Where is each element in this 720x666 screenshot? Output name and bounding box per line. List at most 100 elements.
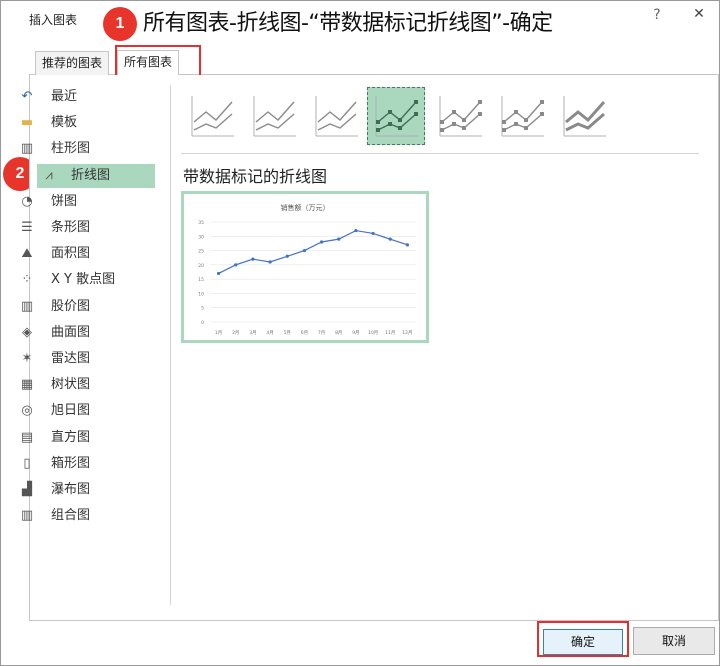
data-point <box>371 231 375 236</box>
folder-icon: ▬ <box>20 115 34 131</box>
x-tick-label: 5月 <box>284 330 291 336</box>
sidebar-item-label: 组合图 <box>51 508 91 524</box>
column-chart-icon: ▥ <box>20 141 34 157</box>
sunburst-icon: ◎ <box>21 403 33 419</box>
100-stacked-line-with-markers-icon <box>501 96 544 137</box>
sidebar-item-label: 最近 <box>51 89 78 104</box>
data-point <box>405 243 410 247</box>
x-tick-label: 6月 <box>301 330 308 336</box>
combo-chart-icon: ▥ <box>20 508 34 524</box>
highlight-box-ok <box>537 621 629 657</box>
sidebar-item-4[interactable]: ⩘ 折线图 <box>37 163 155 188</box>
sidebar-item-label: 股价图 <box>51 298 91 314</box>
step-badge-1: 1 <box>103 7 137 41</box>
sidebar-item-6[interactable]: ☰ 条形图 <box>15 216 155 240</box>
data-point <box>234 263 238 267</box>
x-tick-label: 1月 <box>215 330 222 336</box>
line-with-markers-icon <box>375 96 418 137</box>
data-point <box>302 248 307 253</box>
sidebar-item-9[interactable]: ▥ 股价图 <box>15 295 155 319</box>
sidebar-item-label: 雷达图 <box>51 351 91 366</box>
subtype-3d-line[interactable] <box>555 87 613 145</box>
sidebar-item-label: 柱形图 <box>51 141 91 157</box>
sidebar-item-label: 箱形图 <box>51 455 91 471</box>
stacked-line-with-markers-icon <box>439 96 482 137</box>
pie-chart-icon: ◔ <box>21 193 33 209</box>
preview-chart: 销售额（万元） 0 5 10 15 20 25 30 35 1月 2月 3月 4月 5月 6月 7月 8月 9月 1… <box>198 203 416 336</box>
data-point <box>251 257 255 261</box>
subtype-line[interactable] <box>183 87 241 145</box>
subtype-stacked-line[interactable] <box>245 87 303 145</box>
sidebar-item-label: 旭日图 <box>51 403 91 419</box>
preview-chart-title: 销售额（万元） <box>281 203 330 212</box>
line-chart-icon: ⩘ <box>45 167 53 183</box>
100-stacked-line-icon <box>315 96 358 137</box>
chart-preview[interactable]: 销售额（万元） 0 5 10 15 20 25 30 35 1月 2月 3月 4月 5月 6月 7月 8月 9月 1… <box>181 191 429 343</box>
y-tick-label: 5 <box>201 306 204 312</box>
sidebar-item-label: 曲面图 <box>51 324 91 340</box>
x-tick-label: 4月 <box>266 330 273 336</box>
sidebar-item-13[interactable]: ◎ 旭日图 <box>15 399 155 423</box>
waterfall-icon: ▟ <box>22 482 32 497</box>
box-whisker-icon: ▯ <box>23 455 31 471</box>
data-point <box>319 240 324 244</box>
y-tick-label: 10 <box>198 291 204 297</box>
sidebar-item-8[interactable]: ⁘ X Y 散点图 <box>15 268 155 292</box>
y-tick-label: 20 <box>198 263 204 269</box>
sidebar-item-12[interactable]: ▦ 树状图 <box>15 373 155 397</box>
cancel-button[interactable]: 取消 <box>633 627 715 655</box>
surface-chart-icon: ◈ <box>22 324 32 340</box>
tab-recommended-charts[interactable]: 推荐的图表 <box>35 51 110 75</box>
data-point <box>268 260 272 264</box>
sidebar-item-10[interactable]: ◈ 曲面图 <box>15 321 155 345</box>
sidebar-item-label: X Y 散点图 <box>51 272 116 288</box>
sidebar-item-16[interactable]: ▟ 瀑布图 <box>15 478 155 502</box>
sidebar-item-2[interactable]: ▬ 模板 <box>15 111 155 135</box>
x-tick-label: 3月 <box>249 330 256 336</box>
sidebar-item-17[interactable]: ▥ 组合图 <box>15 504 155 528</box>
sidebar-item-5[interactable]: ◔ 饼图 <box>15 190 155 214</box>
x-tick-label: 8月 <box>335 330 342 336</box>
bar-chart-icon: ☰ <box>21 220 33 235</box>
subtype-stacked-line-with-markers[interactable] <box>431 87 489 145</box>
x-tick-label: 12月 <box>402 330 412 336</box>
close-icon[interactable]: ✕ <box>681 3 717 25</box>
dialog-title: 插入图表 <box>29 13 78 27</box>
sidebar-item-14[interactable]: ▤ 直方图 <box>15 426 155 450</box>
sidebar-item-label: 折线图 <box>71 167 111 183</box>
sidebar-item-label: 直方图 <box>51 429 91 445</box>
y-tick-label: 25 <box>198 249 204 255</box>
sidebar-item-15[interactable]: ▯ 箱形图 <box>15 452 155 476</box>
x-tick-label: 10月 <box>368 330 378 336</box>
sidebar-item-label: 饼图 <box>51 193 78 209</box>
treemap-icon: ▦ <box>20 377 34 393</box>
x-tick-label: 11月 <box>385 330 395 336</box>
sidebar-item-3[interactable]: ▥ 柱形图 <box>15 137 155 161</box>
subtype-100-stacked-line[interactable] <box>307 87 365 145</box>
sidebar-item-11[interactable]: ✶ 雷达图 <box>15 347 155 371</box>
instruction-caption: 所有图表-折线图-“带数据标记折线图”-确定 <box>143 11 553 36</box>
help-icon[interactable]: ? <box>647 5 667 25</box>
data-point <box>388 237 392 241</box>
y-tick-label: 0 <box>201 320 204 326</box>
data-point <box>337 237 341 241</box>
sidebar-item-7[interactable]: ⛰ 面积图 <box>15 242 155 266</box>
subtype-100-stacked-line-with-markers[interactable] <box>493 87 551 145</box>
insert-chart-dialog: 插入图表 ? ✕ 所有图表-折线图-“带数据标记折线图”-确定 1 2 3 4 … <box>0 0 720 666</box>
data-point <box>216 271 221 276</box>
sidebar-item-label: 模板 <box>51 115 78 131</box>
3d-line-icon <box>563 96 606 137</box>
x-tick-label: 2月 <box>232 330 239 336</box>
line-icon <box>191 96 234 137</box>
y-tick-label: 30 <box>198 234 204 240</box>
subtype-line-with-markers[interactable] <box>367 87 425 145</box>
y-tick-label: 35 <box>198 220 204 226</box>
sidebar-item-label: 树状图 <box>51 377 91 393</box>
stacked-line-icon <box>253 96 296 137</box>
series-line <box>218 229 408 274</box>
sidebar-item-1[interactable]: ↶ 最近 <box>15 85 155 109</box>
sidebar-item-label: 面积图 <box>51 246 91 262</box>
data-point <box>354 228 358 233</box>
scatter-chart-icon: ⁘ <box>21 272 33 288</box>
sidebar-item-label: 瀑布图 <box>51 482 91 497</box>
